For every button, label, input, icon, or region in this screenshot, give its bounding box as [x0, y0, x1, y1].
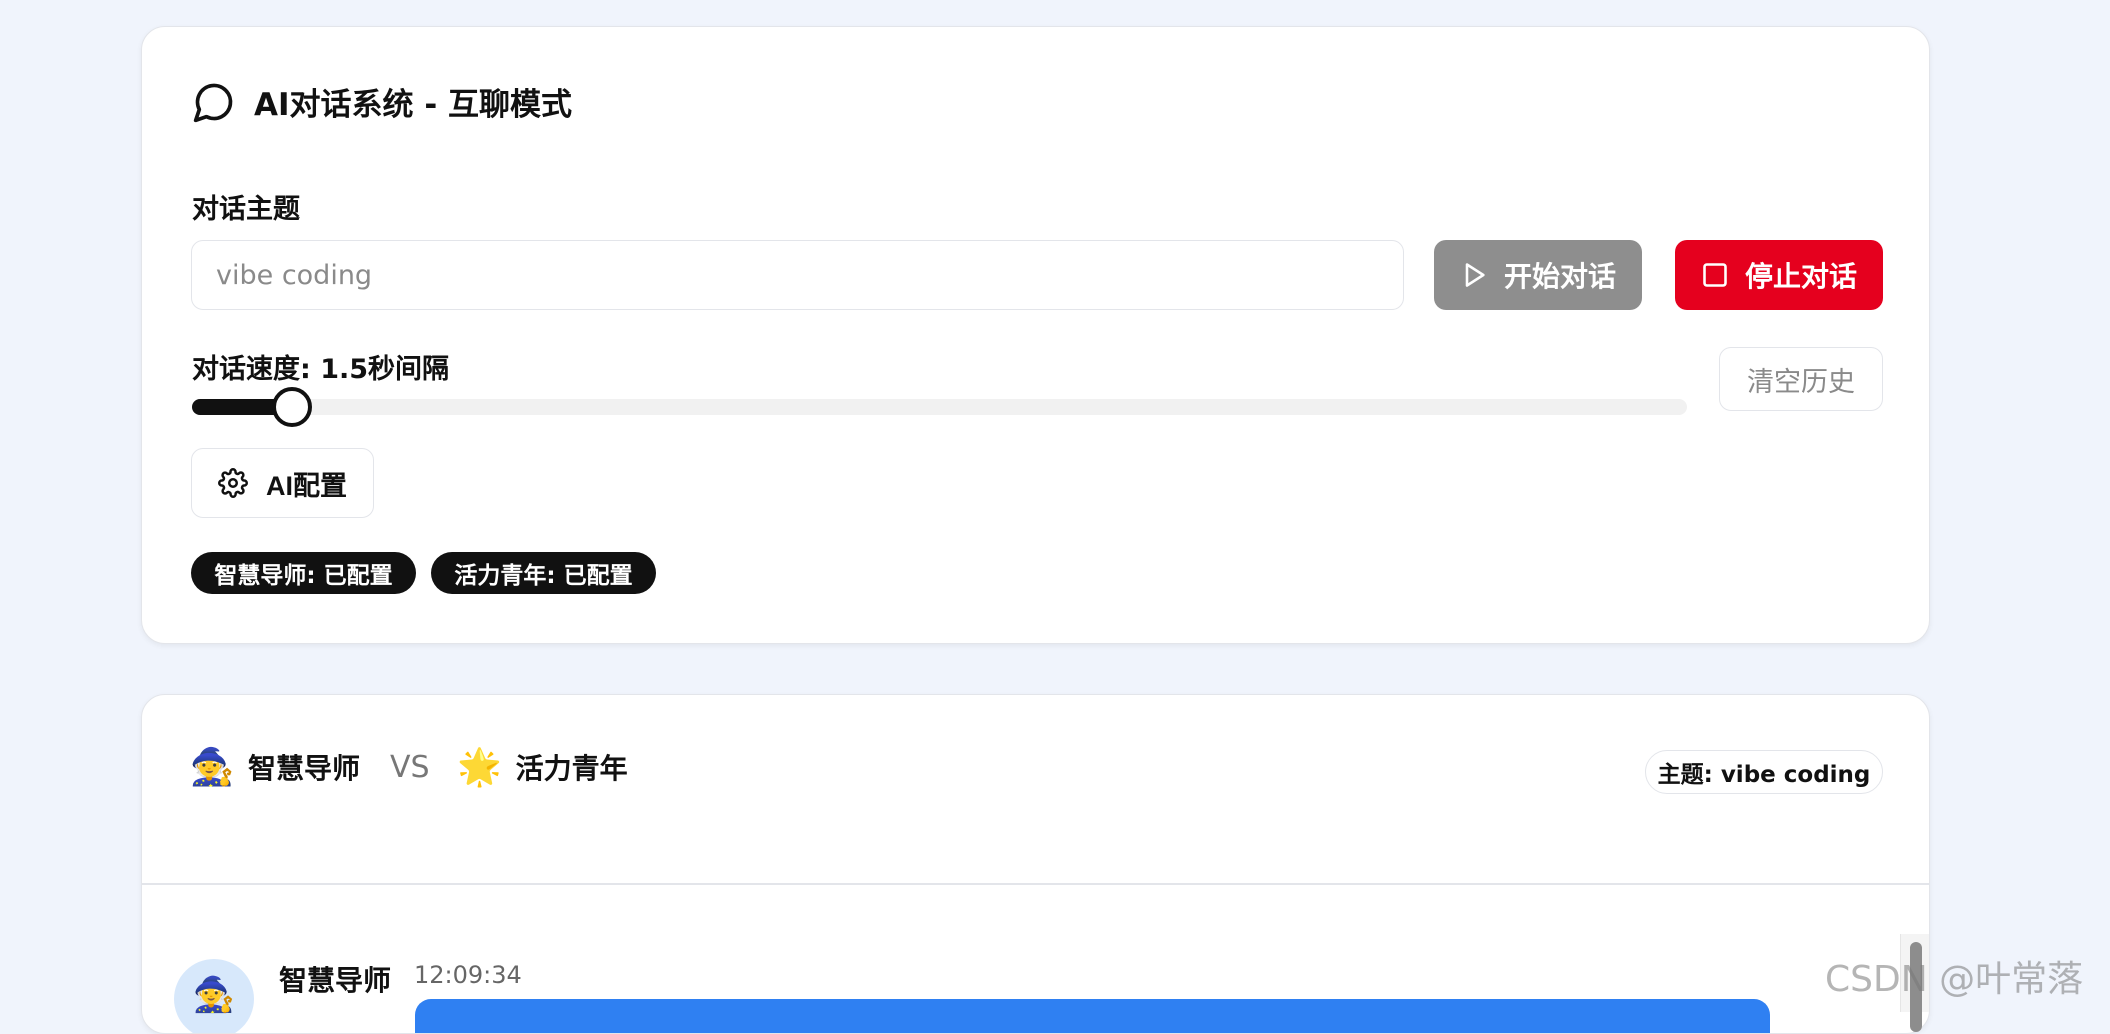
play-icon [1465, 263, 1485, 287]
status-badge: 活力青年: 已配置 [431, 552, 656, 594]
divider [142, 883, 1929, 885]
topic-badge: 主题: vibe coding [1645, 750, 1883, 794]
stop-conversation-label: 停止对话 [1744, 260, 1857, 293]
mage-avatar-icon: 🧙 [189, 747, 235, 788]
agent2-name: 活力青年 [515, 752, 628, 785]
start-conversation-label: 开始对话 [1503, 260, 1616, 293]
vs-label: VS [390, 749, 430, 785]
chat-bubble-icon [193, 83, 233, 122]
speed-slider[interactable] [192, 387, 1687, 427]
clear-history-label: 清空历史 [1747, 366, 1855, 397]
message-bubble [415, 999, 1770, 1033]
topic-input[interactable] [191, 240, 1404, 310]
star-avatar-icon: 🌟 [457, 747, 503, 788]
message-sender: 智慧导师 [279, 964, 392, 997]
message-timestamp: 12:09:34 [414, 961, 522, 989]
stop-conversation-button[interactable]: 停止对话 [1675, 240, 1883, 310]
speed-label: 对话速度: 1.5秒间隔 [192, 354, 450, 385]
ai-config-label: AI配置 [266, 470, 347, 501]
control-panel: AI对话系统 - 互聊模式 对话主题 开始对话 停止对话 对话速度: 1.5秒间… [141, 26, 1930, 644]
agent1-name: 智慧导师 [248, 752, 361, 785]
conversation-panel: 🧙 智慧导师 VS 🌟 活力青年 主题: vibe coding 🧙 智慧导师 … [141, 694, 1930, 1034]
watermark: CSDN @叶常落 [1825, 959, 2084, 1000]
topic-label: 对话主题 [192, 194, 300, 225]
message-avatar: 🧙 [174, 959, 254, 1033]
clear-history-button[interactable]: 清空历史 [1719, 347, 1883, 411]
speed-slider-thumb[interactable] [272, 387, 313, 427]
ai-config-button[interactable]: AI配置 [191, 448, 374, 518]
start-conversation-button[interactable]: 开始对话 [1434, 240, 1642, 310]
panel-header: AI对话系统 - 互聊模式 [192, 79, 572, 124]
gear-icon [218, 468, 248, 498]
status-badge: 智慧导师: 已配置 [191, 552, 416, 594]
stop-square-icon [1703, 263, 1727, 287]
conversation-header: 🧙 智慧导师 VS 🌟 活力青年 [189, 747, 628, 788]
page-title: AI对话系统 - 互聊模式 [254, 87, 572, 123]
